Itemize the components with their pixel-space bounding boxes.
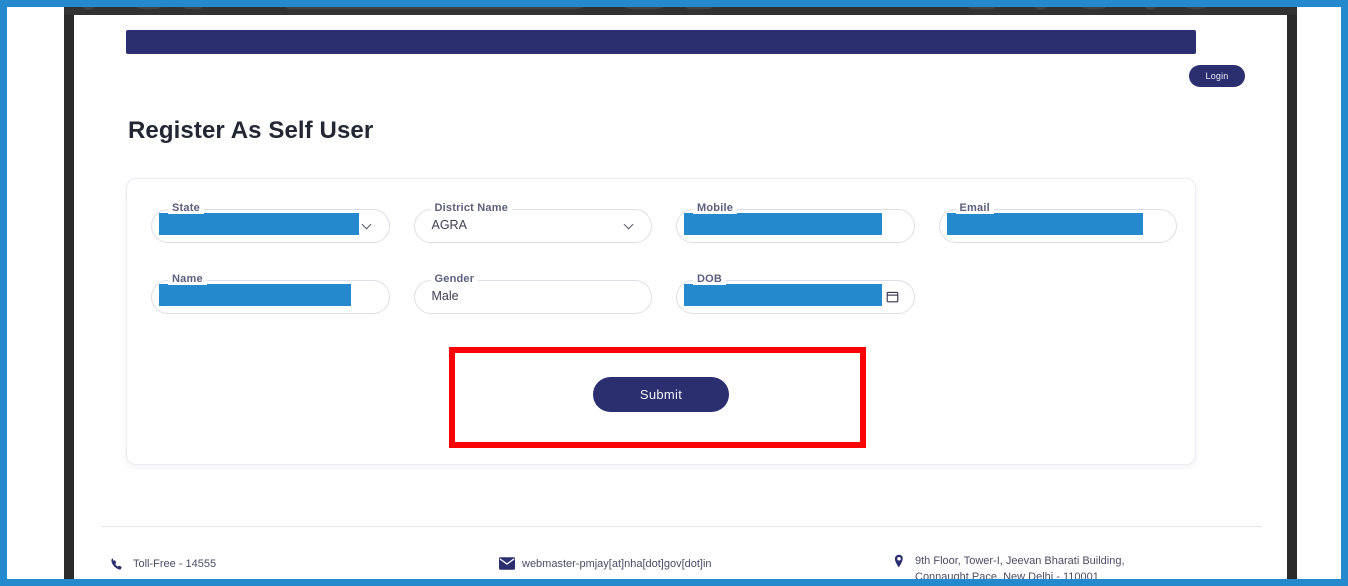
page-title: Register As Self User	[128, 117, 374, 144]
site-navbar	[126, 30, 1196, 54]
form-row-2: Name Gender Male DOB	[151, 273, 1177, 314]
footer-email-text: webmaster-pmjay[at]nha[dot]gov[dot]in	[522, 558, 712, 570]
field-dob-label: DOB	[693, 273, 727, 285]
login-button[interactable]: Login	[1189, 65, 1245, 87]
browser-back-icon[interactable]	[82, 7, 95, 10]
calendar-icon[interactable]	[886, 290, 899, 303]
registration-form-card: State District Name AGRA Mobile Email Na…	[126, 178, 1196, 465]
browser-address-bar[interactable]	[284, 7, 584, 9]
chevron-down-icon[interactable]	[363, 221, 372, 230]
field-name-redaction	[159, 284, 351, 306]
field-state-label: State	[168, 202, 204, 214]
field-mobile-redaction	[684, 213, 882, 235]
phone-icon	[110, 557, 124, 571]
browser-tab-ghost-2[interactable]	[684, 7, 714, 9]
browser-window-frame: Login Register As Self User State Distri…	[64, 7, 1297, 579]
field-mobile-label: Mobile	[693, 202, 738, 214]
field-district-name-value: AGRA	[431, 218, 467, 232]
envelope-icon	[499, 557, 515, 571]
browser-minimize-icon[interactable]	[1185, 7, 1207, 9]
field-district-name[interactable]: District Name AGRA	[413, 202, 652, 243]
footer-phone: Toll-Free - 14555	[110, 557, 216, 573]
field-district-name-label: District Name	[430, 202, 513, 214]
field-email[interactable]: Email	[938, 202, 1177, 243]
footer-phone-text: Toll-Free - 14555	[133, 558, 217, 570]
field-gender[interactable]: Gender Male	[413, 273, 652, 314]
submit-button[interactable]: Submit	[593, 377, 729, 412]
page-viewport: Login Register As Self User State Distri…	[74, 15, 1287, 579]
browser-extension-icon[interactable]	[967, 7, 997, 9]
field-gender-label: Gender	[430, 273, 479, 285]
field-state[interactable]: State	[151, 202, 390, 243]
footer-email: webmaster-pmjay[at]nha[dot]gov[dot]in	[499, 557, 712, 573]
field-email-redaction	[946, 213, 1143, 235]
browser-bookmark-icon[interactable]	[1081, 7, 1107, 9]
field-gender-value: Male	[431, 289, 459, 303]
field-state-redaction	[159, 213, 359, 235]
field-email-label: Email	[955, 202, 994, 214]
location-pin-icon	[892, 554, 906, 568]
browser-profile-icon[interactable]	[1034, 7, 1047, 10]
footer-address-text: 9th Floor, Tower-I, Jeevan Bharati Build…	[915, 555, 1125, 579]
browser-menu-icon[interactable]	[1144, 7, 1157, 10]
site-footer: Toll-Free - 14555 webmaster-pmjay[at]nha…	[74, 535, 1287, 579]
submit-button-container: Submit	[127, 377, 1195, 412]
browser-nav-controls[interactable]	[136, 7, 162, 9]
footer-address: 9th Floor, Tower-I, Jeevan Bharati Build…	[892, 554, 1125, 579]
form-row-1: State District Name AGRA Mobile Email	[151, 202, 1177, 243]
field-name[interactable]: Name	[151, 273, 390, 314]
form-field-grid: State District Name AGRA Mobile Email Na…	[151, 202, 1177, 351]
screenshot-root: Login Register As Self User State Distri…	[0, 0, 1348, 586]
browser-refresh-icon[interactable]	[182, 7, 204, 9]
browser-chrome-bar	[64, 7, 1297, 15]
field-mobile[interactable]: Mobile	[676, 202, 915, 243]
field-name-label: Name	[168, 273, 207, 285]
field-dob-redaction	[684, 284, 882, 306]
browser-tab-ghost[interactable]	[624, 7, 664, 9]
chevron-down-icon[interactable]	[625, 221, 634, 230]
field-dob[interactable]: DOB	[676, 273, 915, 314]
footer-divider	[102, 526, 1262, 527]
